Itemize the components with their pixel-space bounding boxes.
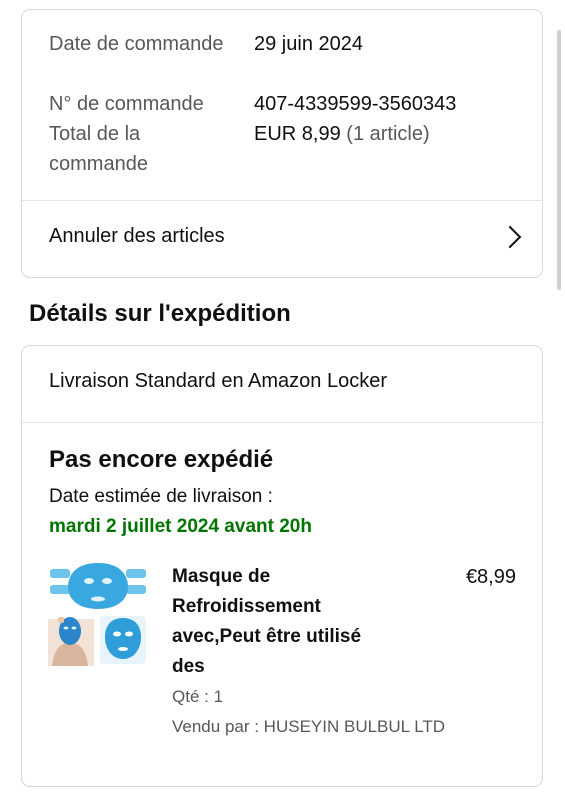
order-date-value: 29 juin 2024 bbox=[254, 33, 363, 55]
scrollbar[interactable] bbox=[557, 30, 561, 290]
order-total-count: (1 article) bbox=[346, 123, 430, 145]
order-total-label: Total de la commande bbox=[49, 123, 148, 175]
order-number-value: 407-4339599-3560343 bbox=[254, 93, 457, 115]
item-price: €8,99 bbox=[465, 566, 516, 588]
cancel-items-row[interactable]: Annuler des articles bbox=[22, 201, 542, 278]
estimate-label: Date estimée de livraison : bbox=[49, 486, 273, 507]
shipping-section-title: Détails sur l'expédition bbox=[29, 300, 291, 327]
cancel-items-label: Annuler des articles bbox=[49, 225, 225, 247]
order-number-label: N° de commande bbox=[49, 93, 204, 115]
item-title-line: Refroidissement bbox=[172, 596, 321, 617]
estimate-date: mardi 2 juillet 2024 avant 20h bbox=[49, 516, 312, 537]
order-total-amount: EUR 8,99 bbox=[254, 123, 341, 145]
item-title-line: avec,Peut être utilisé bbox=[172, 626, 362, 647]
order-summary-card: Date de commande 29 juin 2024 N° de comm… bbox=[21, 9, 543, 278]
item-quantity: Qté : 1 bbox=[172, 687, 224, 706]
chevron-right-icon bbox=[498, 225, 522, 249]
item-title-line: Masque de bbox=[172, 566, 271, 587]
delivery-method: Livraison Standard en Amazon Locker bbox=[49, 370, 387, 392]
divider bbox=[22, 422, 542, 423]
order-date-label: Date de commande bbox=[49, 33, 224, 55]
item-title[interactable]: Masque de Refroidissement avec,Peut être… bbox=[172, 562, 432, 682]
item-title-line: des bbox=[172, 656, 205, 677]
order-total-value: EUR 8,99 (1 article) bbox=[254, 119, 430, 149]
product-thumbnail-icon[interactable] bbox=[48, 561, 148, 666]
item-seller[interactable]: Vendu par : HUSEYIN BULBUL LTD bbox=[172, 712, 445, 742]
shipment-status: Pas encore expédié bbox=[49, 446, 274, 473]
